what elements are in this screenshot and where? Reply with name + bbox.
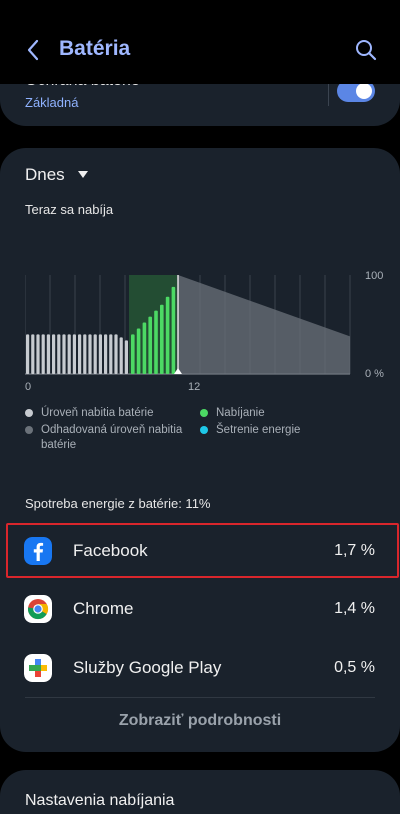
app-name: Služby Google Play [73,658,222,677]
battery-level-bar [114,334,118,374]
battery-level-bar [78,334,82,374]
x-tick-label: 0 [25,381,31,393]
battery-usage-total: Spotreba energie z batérie: 11% [25,496,211,511]
period-selector[interactable]: Dnes [25,165,89,185]
app-usage-percent: 1,4 % [334,600,375,617]
battery-level-bar [57,334,61,374]
battery-level-bar [36,334,40,374]
back-arrow-icon [27,39,39,61]
legend-label: Odhadovaná úroveň nabitia batérie [41,424,183,451]
estimated-level-area [178,275,350,374]
legend-label: Úroveň nabitia batérie [41,407,154,419]
battery-level-bar [67,334,71,374]
app-bar: Batéria [0,0,400,84]
battery-level-bar [124,340,128,374]
charging-settings-label: Nastavenia nabíjania [25,792,175,809]
legend-power-saving: Šetrenie energie [200,423,300,438]
charging-settings-card[interactable]: Nastavenia nabíjania [0,770,400,814]
legend-label: Nabíjanie [216,407,265,419]
chrome-icon [24,595,52,623]
view-details-button[interactable]: Zobraziť podrobnosti [0,712,400,730]
legend-battery-level: Úroveň nabitia batérie [25,406,154,421]
charging-status: Teraz sa nabíja [25,202,114,217]
legend-dot [200,426,208,434]
app-name: Facebook [73,541,148,560]
app-usage-percent: 1,7 % [334,542,375,559]
period-label: Dnes [25,165,65,184]
battery-level-bar [31,334,35,374]
charging-bar [165,296,170,374]
battery-level-bar [109,334,113,374]
legend-dot [25,409,33,417]
battery-level-bar [88,334,92,374]
legend-label: Šetrenie energie [216,424,301,436]
battery-level-bar [104,334,108,374]
charging-bar [136,328,141,374]
legend-dot [25,426,33,434]
facebook-icon [24,537,52,565]
x-tick-label: 12 [188,381,200,393]
battery-protection-value: Základná [25,95,79,110]
divider [328,82,329,106]
battery-level-bar [41,334,45,374]
legend-charging: Nabíjanie [200,406,265,421]
dropdown-arrow-icon [77,171,88,178]
google-play-services-icon [24,654,52,682]
app-usage-percent: 0,5 % [334,659,375,676]
y-tick-label: 100 [365,270,383,282]
battery-level-bar [93,334,97,374]
divider [25,697,375,698]
battery-level-bar [46,334,50,374]
battery-level-bar [119,337,123,374]
battery-level-bar [52,334,56,374]
legend-estimated-level: Odhadovaná úroveň nabitia batérie [25,423,195,453]
search-button[interactable] [351,34,381,66]
toggle-knob [356,83,372,99]
battery-usage-chart[interactable]: 0 12 100 0 % [25,270,385,395]
app-row-facebook[interactable]: Facebook 1,7 % [0,523,400,579]
app-name: Chrome [73,599,134,618]
charging-bar [142,322,147,374]
app-row-chrome[interactable]: Chrome 1,4 % [0,581,400,637]
app-row-google-play-services[interactable]: Služby Google Play 0,5 % [0,640,400,696]
battery-level-bar [98,334,102,374]
page-title: Batéria [59,37,131,60]
legend-dot [200,409,208,417]
charging-period-band [129,275,177,374]
battery-level-bar [26,334,30,374]
search-icon [356,40,377,61]
battery-level-bar [62,334,66,374]
charging-bar [160,304,164,374]
y-tick-label: 0 % [365,368,384,380]
charging-bar [131,334,135,374]
charging-bar [148,316,152,374]
battery-level-bar [83,334,87,374]
charging-bar [171,286,176,374]
back-button[interactable] [18,32,48,68]
battery-level-bar [72,334,76,374]
charging-bar [154,310,158,374]
